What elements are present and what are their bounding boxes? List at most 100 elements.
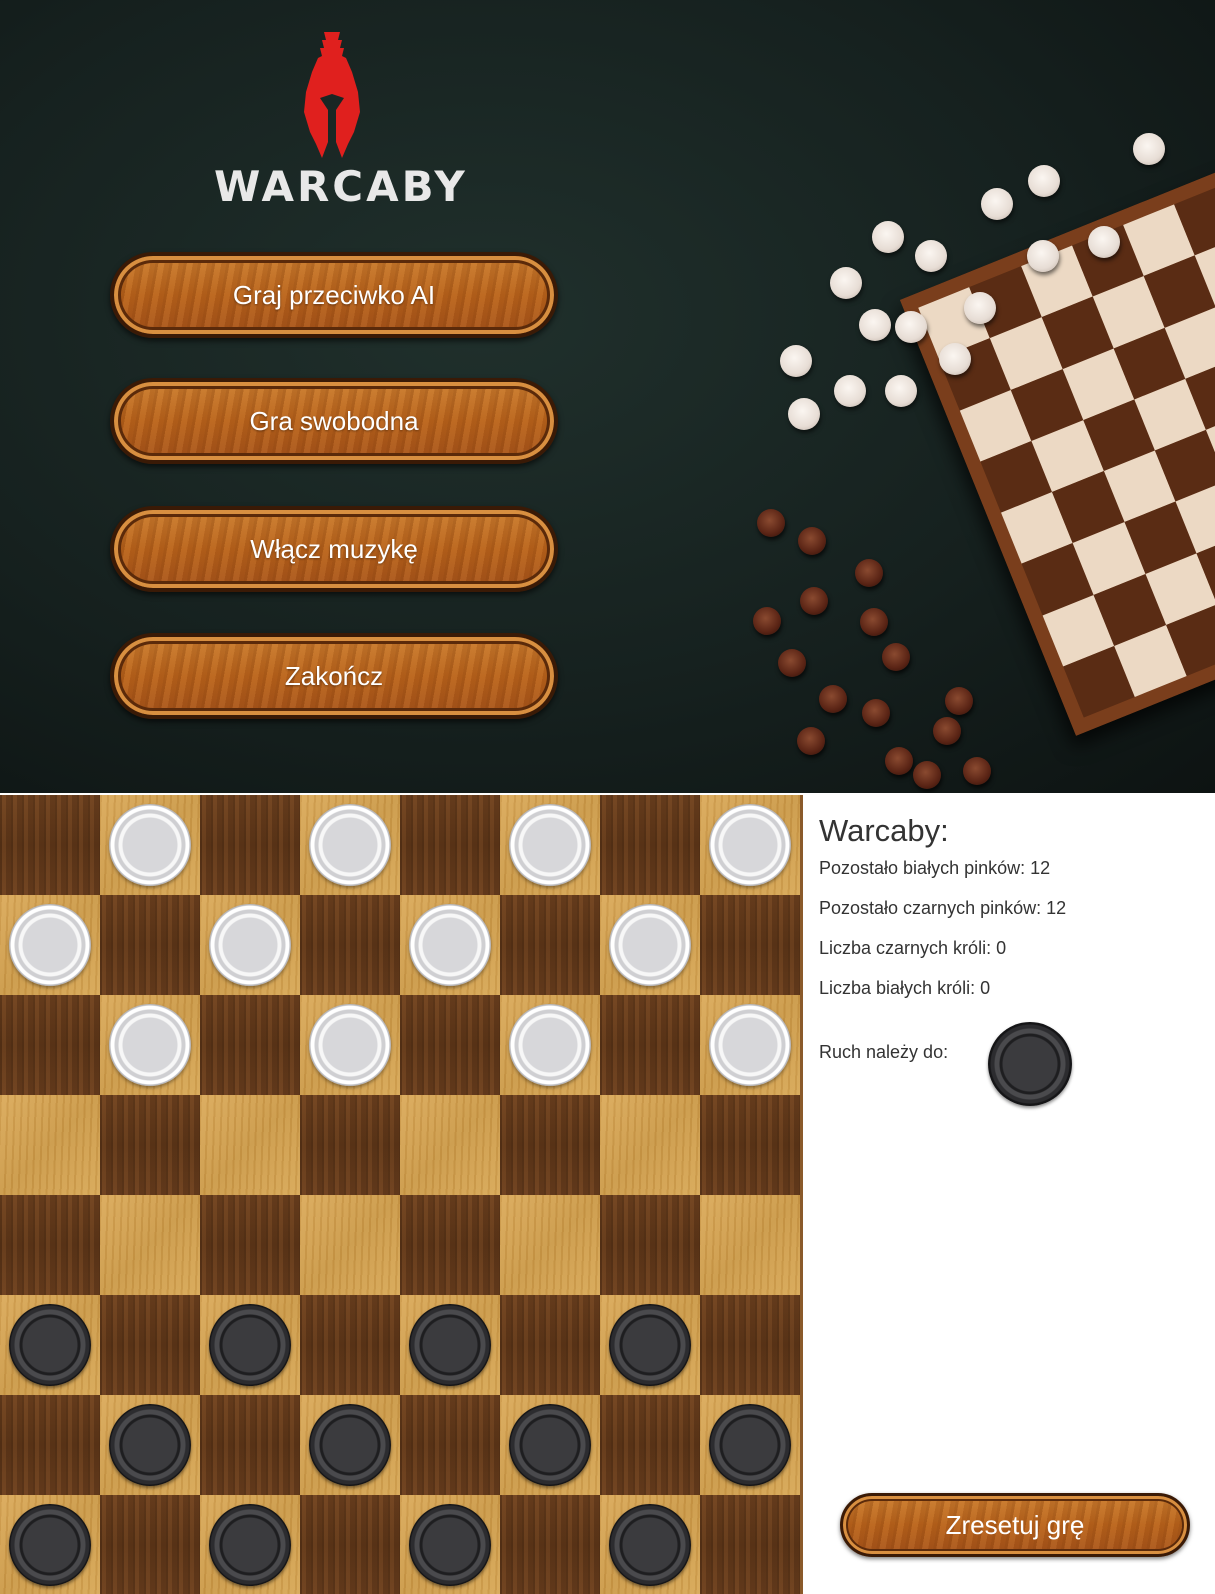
board-square[interactable] [200, 1395, 300, 1495]
board-square[interactable] [300, 1295, 400, 1395]
board-square[interactable] [700, 1395, 800, 1495]
board-square[interactable] [600, 895, 700, 995]
board-square[interactable] [500, 795, 600, 895]
black-pieces-left: Pozostało czarnych pinków: 12 [819, 898, 1067, 918]
board-square[interactable] [100, 1395, 200, 1495]
black-piece[interactable] [9, 1304, 91, 1386]
black-piece[interactable] [509, 1404, 591, 1486]
board-square[interactable] [0, 995, 100, 1095]
board-square[interactable] [200, 1295, 300, 1395]
board-square[interactable] [700, 1095, 800, 1195]
quit-button[interactable]: Zakończ [110, 633, 558, 719]
white-kings-count: Liczba białych króli: 0 [819, 978, 991, 998]
board-square[interactable] [400, 1395, 500, 1495]
board-square[interactable] [100, 1495, 200, 1594]
toggle-music-button[interactable]: Włącz muzykę [110, 506, 558, 592]
board-square[interactable] [300, 995, 400, 1095]
board-square[interactable] [0, 1195, 100, 1295]
main-menu: WARCABY Graj przeciwko AI Gra swobodna W… [0, 0, 1215, 793]
board-square[interactable] [200, 1495, 300, 1594]
game-board [0, 795, 800, 1594]
board-square[interactable] [500, 1195, 600, 1295]
board-square[interactable] [400, 1295, 500, 1395]
white-piece[interactable] [509, 804, 591, 886]
black-piece[interactable] [209, 1504, 291, 1586]
play-vs-ai-button[interactable]: Graj przeciwko AI [110, 252, 558, 338]
board-square[interactable] [600, 1295, 700, 1395]
free-play-button[interactable]: Gra swobodna [110, 378, 558, 464]
board-square[interactable] [500, 1095, 600, 1195]
black-piece[interactable] [209, 1304, 291, 1386]
board-square[interactable] [600, 1195, 700, 1295]
board-square[interactable] [400, 1095, 500, 1195]
black-piece[interactable] [409, 1504, 491, 1586]
board-square[interactable] [100, 895, 200, 995]
board-square[interactable] [400, 995, 500, 1095]
board-square[interactable] [200, 795, 300, 895]
black-piece[interactable] [409, 1304, 491, 1386]
board-square[interactable] [500, 995, 600, 1095]
board-square[interactable] [500, 1295, 600, 1395]
board-square[interactable] [100, 795, 200, 895]
board-square[interactable] [0, 1495, 100, 1594]
panel-title: Warcaby: [819, 813, 949, 848]
board-square[interactable] [600, 795, 700, 895]
white-piece[interactable] [109, 1004, 191, 1086]
board-square[interactable] [200, 1095, 300, 1195]
board-square[interactable] [0, 795, 100, 895]
board-square[interactable] [500, 1495, 600, 1594]
app-logo: WARCABY [214, 32, 468, 212]
board-square[interactable] [700, 1495, 800, 1594]
black-piece[interactable] [709, 1404, 791, 1486]
board-square[interactable] [300, 1495, 400, 1594]
board-square[interactable] [400, 895, 500, 995]
board-square[interactable] [0, 1395, 100, 1495]
black-piece[interactable] [9, 1504, 91, 1586]
black-piece[interactable] [609, 1304, 691, 1386]
black-piece[interactable] [309, 1404, 391, 1486]
white-piece[interactable] [709, 1004, 791, 1086]
board-square[interactable] [700, 895, 800, 995]
board-square[interactable] [600, 1395, 700, 1495]
board-square[interactable] [700, 995, 800, 1095]
white-piece[interactable] [709, 804, 791, 886]
board-square[interactable] [300, 795, 400, 895]
board-square[interactable] [400, 1495, 500, 1594]
board-square[interactable] [700, 795, 800, 895]
board-square[interactable] [700, 1195, 800, 1295]
board-square[interactable] [0, 1295, 100, 1395]
board-square[interactable] [600, 1095, 700, 1195]
board-square[interactable] [100, 995, 200, 1095]
board-square[interactable] [0, 1095, 100, 1195]
board-square[interactable] [400, 795, 500, 895]
white-piece[interactable] [509, 1004, 591, 1086]
board-square[interactable] [500, 1395, 600, 1495]
board-square[interactable] [100, 1295, 200, 1395]
white-piece[interactable] [309, 804, 391, 886]
board-square[interactable] [200, 895, 300, 995]
white-piece[interactable] [309, 1004, 391, 1086]
reset-game-button[interactable]: Zresetuj grę [840, 1493, 1190, 1557]
white-piece[interactable] [9, 904, 91, 986]
board-square[interactable] [500, 895, 600, 995]
white-piece[interactable] [609, 904, 691, 986]
board-square[interactable] [100, 1195, 200, 1295]
black-piece[interactable] [109, 1404, 191, 1486]
board-square[interactable] [400, 1195, 500, 1295]
black-piece[interactable] [609, 1504, 691, 1586]
white-piece[interactable] [409, 904, 491, 986]
board-square[interactable] [0, 895, 100, 995]
board-square[interactable] [300, 1095, 400, 1195]
board-square[interactable] [200, 995, 300, 1095]
logo-text: WARCABY [214, 162, 468, 211]
white-piece[interactable] [209, 904, 291, 986]
board-square[interactable] [600, 995, 700, 1095]
board-square[interactable] [100, 1095, 200, 1195]
board-square[interactable] [300, 895, 400, 995]
board-square[interactable] [200, 1195, 300, 1295]
board-square[interactable] [600, 1495, 700, 1594]
white-piece[interactable] [109, 804, 191, 886]
board-square[interactable] [300, 1195, 400, 1295]
board-square[interactable] [700, 1295, 800, 1395]
board-square[interactable] [300, 1395, 400, 1495]
